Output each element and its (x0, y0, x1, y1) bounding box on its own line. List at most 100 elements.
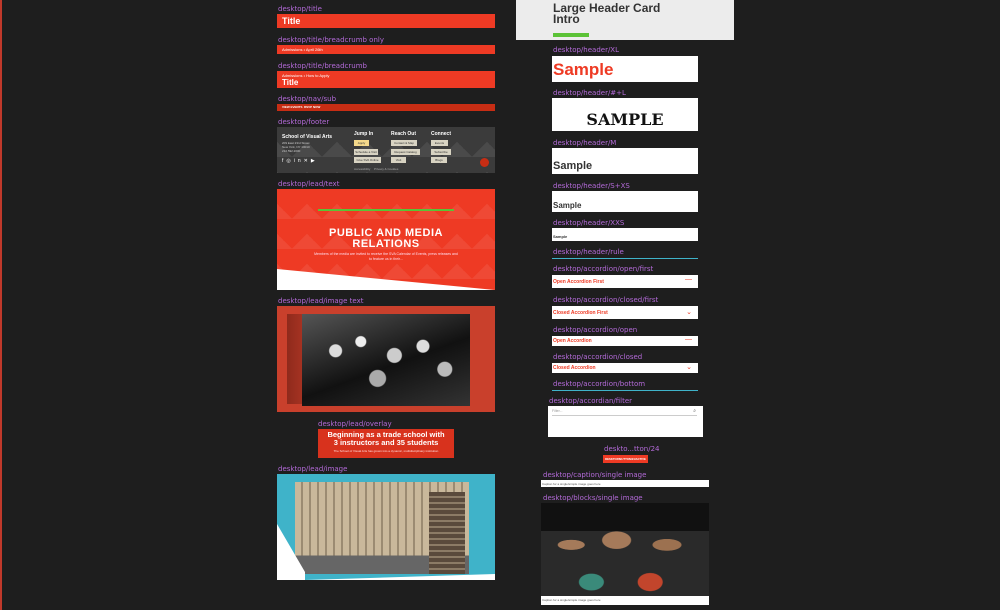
frame-label-breadcrumb-only: desktop/title/breadcrumb only (278, 36, 384, 44)
footer-col-heading: Reach Out (391, 131, 417, 137)
footer-col-heading: Connect (431, 131, 451, 137)
footer-apply-button[interactable]: Apply (354, 140, 369, 146)
footer-legal-link[interactable]: Privacy & Cookies (374, 167, 398, 171)
footer-visit2-button[interactable]: Visit (391, 157, 406, 163)
footer-address-line: 212.592.2000 (282, 149, 301, 153)
footer-school-name: School of Visual Arts (282, 134, 333, 140)
footer-events-button[interactable]: Events (431, 140, 448, 146)
chevron-down-icon[interactable]: ⌄ (686, 363, 692, 371)
header-rule (552, 258, 698, 259)
classroom-photo (302, 314, 470, 406)
footer-contact-button[interactable]: Contact & Map (391, 140, 417, 146)
overlay-heading: Beginning as a trade school with 3 instr… (318, 431, 454, 447)
title-breadcrumb-frame: Admissions • How to Apply Title (277, 71, 495, 88)
footer-blogs-button[interactable]: Blogs (431, 157, 447, 163)
frame-label-header-xxs: desktop/header/XXS (553, 219, 625, 227)
frame-label-header-xl: desktop/header/XL (553, 46, 619, 54)
header-xxs: Sample (553, 234, 568, 239)
youtube-icon[interactable]: ▶ (311, 158, 318, 164)
header-m-frame: Sample (552, 148, 698, 174)
frame-label-accordion-open-first: desktop/accordion/open/first (553, 265, 654, 273)
caption-frame: Caption for a single/simple image goes h… (541, 480, 709, 487)
filter-placeholder: Filter... (552, 409, 563, 413)
frame-label-button24: deskto...tton/24 (604, 445, 660, 453)
header-xxs-frame: Sample (552, 228, 698, 241)
chevron-down-icon[interactable]: ⌄ (686, 308, 692, 316)
overlay-subtext: The School of Visual Arts has grown into… (333, 449, 439, 453)
filter-input[interactable]: Filter... ⌕ (552, 408, 697, 416)
footer-social-icons: f◎in✕▶ (282, 158, 318, 164)
frame-label-title: desktop/title (278, 5, 322, 13)
accordion-title: Open Accordion (553, 338, 592, 344)
accordion-open-first[interactable]: Open Accordion First — (552, 275, 698, 288)
footer-give-button[interactable]: Give SVA Online (354, 157, 381, 163)
subnav-item-events[interactable]: VIEW EVENTS (282, 105, 303, 109)
accordion-open[interactable]: Open Accordion — (552, 336, 698, 346)
footer-visit-button[interactable]: Schedule a Visit (354, 149, 378, 155)
frame-label-lead-image-text: desktop/lead/image text (278, 297, 364, 305)
page-title: Title (282, 78, 299, 87)
header-hl: SAMPLE (586, 110, 664, 129)
frame-label-lead-text: desktop/lead/text (278, 180, 340, 188)
header-card-green-rule (553, 33, 589, 37)
frame-label-header-rule: desktop/header/rule (553, 248, 624, 256)
frame-label-footer: desktop/footer (278, 118, 330, 126)
minus-icon[interactable]: — (685, 276, 692, 283)
frame-label-header-m: desktop/header/M (553, 139, 617, 147)
frame-label-header-sxs: desktop/header/S+XS (553, 182, 630, 190)
monkeys-carving-photo (541, 503, 709, 596)
minus-icon[interactable]: — (685, 336, 692, 343)
lead-text-hero: PUBLIC AND MEDIA RELATIONS Members of th… (277, 189, 495, 290)
button-24[interactable]: DESKTOP/BUTTON/24/ACTIVE (603, 455, 648, 463)
lead-overlay: Beginning as a trade school with 3 instr… (318, 429, 454, 458)
linkedin-icon[interactable]: in (294, 158, 304, 164)
caption-text: Caption for a single/simple image goes h… (542, 598, 601, 602)
header-hl-frame: SAMPLE (552, 98, 698, 131)
header-card: Large Header Card Intro (516, 0, 734, 40)
frame-label-accordion-closed: desktop/accordion/closed (553, 353, 643, 361)
frame-label-lead-image: desktop/lead/image (278, 465, 348, 473)
header-card-line: Intro (553, 12, 580, 26)
lead-image (277, 474, 495, 580)
frame-label-accordion-open: desktop/accordion/open (553, 326, 638, 334)
frame-label-lead-overlay: desktop/lead/overlay (318, 420, 392, 428)
footer-catalog-button[interactable]: Request Catalog (391, 149, 420, 155)
lead-white-wedge (277, 269, 495, 290)
frame-label-accordion-filter: desktop/accordian/filter (549, 397, 633, 405)
header-m: Sample (553, 160, 593, 172)
frame-label-nav-sub: desktop/nav/sub (278, 95, 337, 103)
header-card-title: Large Header Card Intro (553, 2, 660, 26)
accordion-filter-frame: Filter... ⌕ (548, 406, 703, 437)
overlay-heading-line: 3 instructors and 35 students (333, 438, 439, 447)
subnav-bar: VIEW EVENTS RSVP NOW (277, 104, 495, 111)
accordion-title: Open Accordion First (553, 279, 604, 285)
accordion-closed-first[interactable]: Closed Accordion First ⌄ (552, 306, 698, 319)
page-title: Title (282, 16, 301, 26)
footer-legal-link[interactable]: Accessibility (354, 167, 370, 171)
footer-subscribe-button[interactable]: Subscribe (431, 149, 451, 155)
search-icon[interactable]: ⌕ (693, 408, 696, 414)
header-sxs: Sample (553, 201, 582, 210)
caption-text: Caption for a single/simple image goes h… (542, 482, 601, 486)
footer: School of Visual Arts 209 East 23rd Stre… (277, 127, 495, 173)
frame-label-accordion-bottom: desktop/accordion/bottom (553, 380, 646, 388)
header-xl-frame: Sample (552, 56, 698, 82)
twitter-icon[interactable]: ✕ (304, 158, 311, 164)
instagram-icon[interactable]: ◎ (286, 158, 293, 164)
lead-image-text (277, 306, 495, 412)
accordion-title: Closed Accordion First (553, 310, 608, 316)
frame-label-caption-single: desktop/caption/single image (543, 471, 647, 479)
header-xl: Sample (553, 60, 614, 79)
canvas-edge (0, 0, 2, 610)
accordion-bottom-rule (552, 390, 698, 391)
accordion-title: Closed Accordion (553, 365, 596, 371)
frame-label-blocks-single: desktop/blocks/single image (543, 494, 643, 502)
breadcrumb[interactable]: Admissions • April 26th (282, 47, 323, 52)
subnav-item-rsvp[interactable]: RSVP NOW (304, 105, 320, 109)
breadcrumb-only-frame: Admissions • April 26th (277, 45, 495, 54)
sva-logo-icon (480, 158, 489, 167)
frame-label-title-breadcrumb: desktop/title/breadcrumb (278, 62, 367, 70)
frame-label-accordion-closed-first: desktop/accordion/closed/first (553, 296, 659, 304)
footer-col-heading: Jump In (354, 131, 374, 137)
accordion-closed[interactable]: Closed Accordion ⌄ (552, 363, 698, 373)
